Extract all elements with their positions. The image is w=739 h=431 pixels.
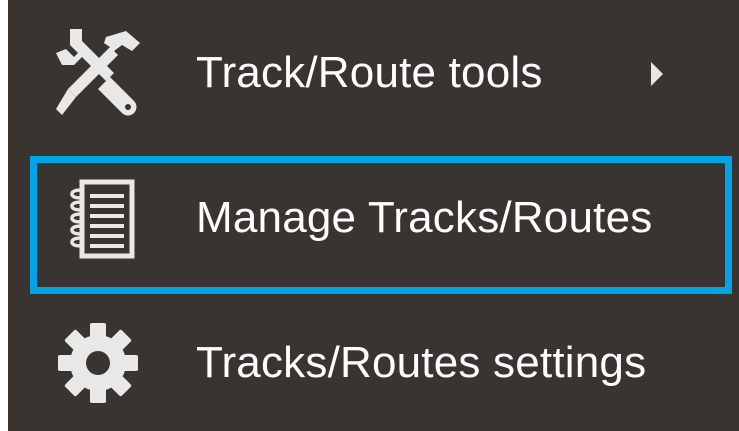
notebook-icon	[46, 166, 150, 270]
menu-item-label: Tracks/Routes settings	[196, 338, 647, 387]
menu-item-tracks-routes-settings[interactable]: Tracks/Routes settings	[8, 298, 739, 428]
menu-item-manage-tracks-routes[interactable]: Manage Tracks/Routes	[8, 153, 739, 283]
context-menu: Track/Route tools Manage Tracks/Routes T…	[8, 0, 739, 431]
gear-icon	[46, 311, 150, 415]
menu-item-track-route-tools[interactable]: Track/Route tools	[8, 8, 739, 138]
menu-item-label: Track/Route tools	[196, 48, 543, 97]
tools-icon	[46, 21, 150, 125]
menu-item-label: Manage Tracks/Routes	[196, 193, 653, 242]
chevron-right-icon	[651, 62, 663, 86]
